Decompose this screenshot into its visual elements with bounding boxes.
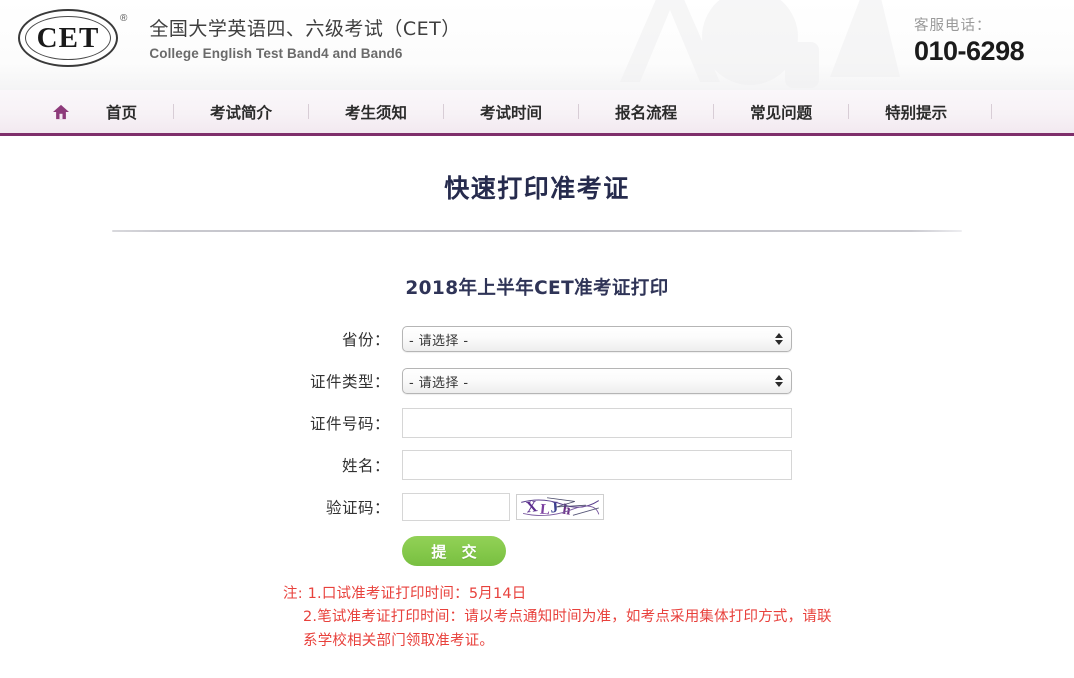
site-header: CET ® 全国大学英语四、六级考试（CET） College English … <box>0 0 1074 90</box>
form-title: 2018年上半年CET准考证打印 <box>405 278 669 299</box>
nav-separator <box>991 104 993 119</box>
id-type-select[interactable]: - 请选择 - <box>402 368 792 394</box>
captcha-input[interactable] <box>402 493 510 521</box>
registered-trademark-icon: ® <box>120 13 128 24</box>
nav-item-registration-process[interactable]: 报名流程 <box>615 101 677 123</box>
cet-logo-text: CET <box>36 21 100 54</box>
captcha-image[interactable]: X L J h <box>516 494 604 520</box>
submit-button[interactable]: 提 交 <box>402 536 506 566</box>
form-row-id-number: 证件号码： <box>0 402 1074 444</box>
nav-item-faq[interactable]: 常见问题 <box>750 101 812 123</box>
main-navigation: 首页 考试简介 考生须知 考试时间 报名流程 常见问题 特别提示 <box>0 90 1074 136</box>
site-title-cn: 全国大学英语四、六级考试（CET） <box>149 18 461 41</box>
chevron-updown-icon <box>775 333 783 345</box>
label-id-number: 证件号码： <box>309 415 390 433</box>
nav-separator <box>578 104 580 119</box>
note-line-3: 系学校相关部门领取准考证。 <box>303 632 495 649</box>
cet-logo-oval: CET <box>18 9 118 67</box>
note-line-1: 注: 1.口试准考证打印时间：5月14日 <box>283 586 527 602</box>
nav-separator <box>173 104 175 119</box>
main-content: 快速打印准考证 2018年上半年CET准考证打印 省份： - 请选择 - 证件类… <box>0 169 1074 653</box>
site-title-block: 全国大学英语四、六级考试（CET） College English Test B… <box>149 15 460 61</box>
note-line-2: 2.笔试准考证打印时间：请以考点通知时间为准，如考点采用集体打印方式，请联 <box>303 609 832 626</box>
page-title: 快速打印准考证 <box>444 174 630 203</box>
nav-item-exam-time[interactable]: 考试时间 <box>480 101 542 123</box>
nav-separator <box>308 104 310 119</box>
nav-separator <box>713 104 715 119</box>
site-title-en: College English Test Band4 and Band6 <box>149 45 403 61</box>
form-row-province: 省份： - 请选择 - <box>0 318 1074 360</box>
id-number-input[interactable] <box>402 408 792 438</box>
name-input[interactable] <box>402 450 792 480</box>
hotline-label: 客服电话： <box>914 18 992 34</box>
nav-item-special-notice[interactable]: 特别提示 <box>885 101 947 123</box>
label-id-type: 证件类型： <box>309 373 390 391</box>
nav-item-candidate-notice[interactable]: 考生须知 <box>345 101 407 123</box>
nav-separator <box>848 104 850 119</box>
hotline-number: 010-6298 <box>914 36 1025 66</box>
print-admission-ticket-form: 省份： - 请选择 - 证件类型： - 请选择 - 证件号码： 姓名： 验证码：… <box>0 318 1074 574</box>
label-province: 省份： <box>341 331 390 349</box>
notes-block: 注: 1.口试准考证打印时间：5月14日 2.笔试准考证打印时间：请以考点通知时… <box>0 583 1074 653</box>
province-select-value: - 请选择 - <box>409 333 469 349</box>
nav-item-exam-intro[interactable]: 考试简介 <box>210 101 272 123</box>
captcha-group: X L J h <box>402 493 604 521</box>
chevron-updown-icon <box>775 375 783 387</box>
title-divider <box>112 230 962 232</box>
form-row-submit: 提 交 <box>0 528 1074 574</box>
label-captcha: 验证码： <box>325 499 390 517</box>
id-type-select-value: - 请选择 - <box>409 375 469 391</box>
nav-separator <box>443 104 445 119</box>
form-row-captcha: 验证码： X L J h <box>0 486 1074 528</box>
hotline-block: 客服电话： 010-6298 <box>914 14 1074 67</box>
province-select[interactable]: - 请选择 - <box>402 326 792 352</box>
form-row-name: 姓名： <box>0 444 1074 486</box>
watermark-graphic <box>620 0 900 88</box>
nav-item-home[interactable]: 首页 <box>106 101 137 123</box>
home-icon[interactable] <box>52 104 70 120</box>
label-name: 姓名： <box>341 457 390 475</box>
form-row-id-type: 证件类型： - 请选择 - <box>0 360 1074 402</box>
site-logo[interactable]: CET ® 全国大学英语四、六级考试（CET） College English … <box>18 9 461 67</box>
